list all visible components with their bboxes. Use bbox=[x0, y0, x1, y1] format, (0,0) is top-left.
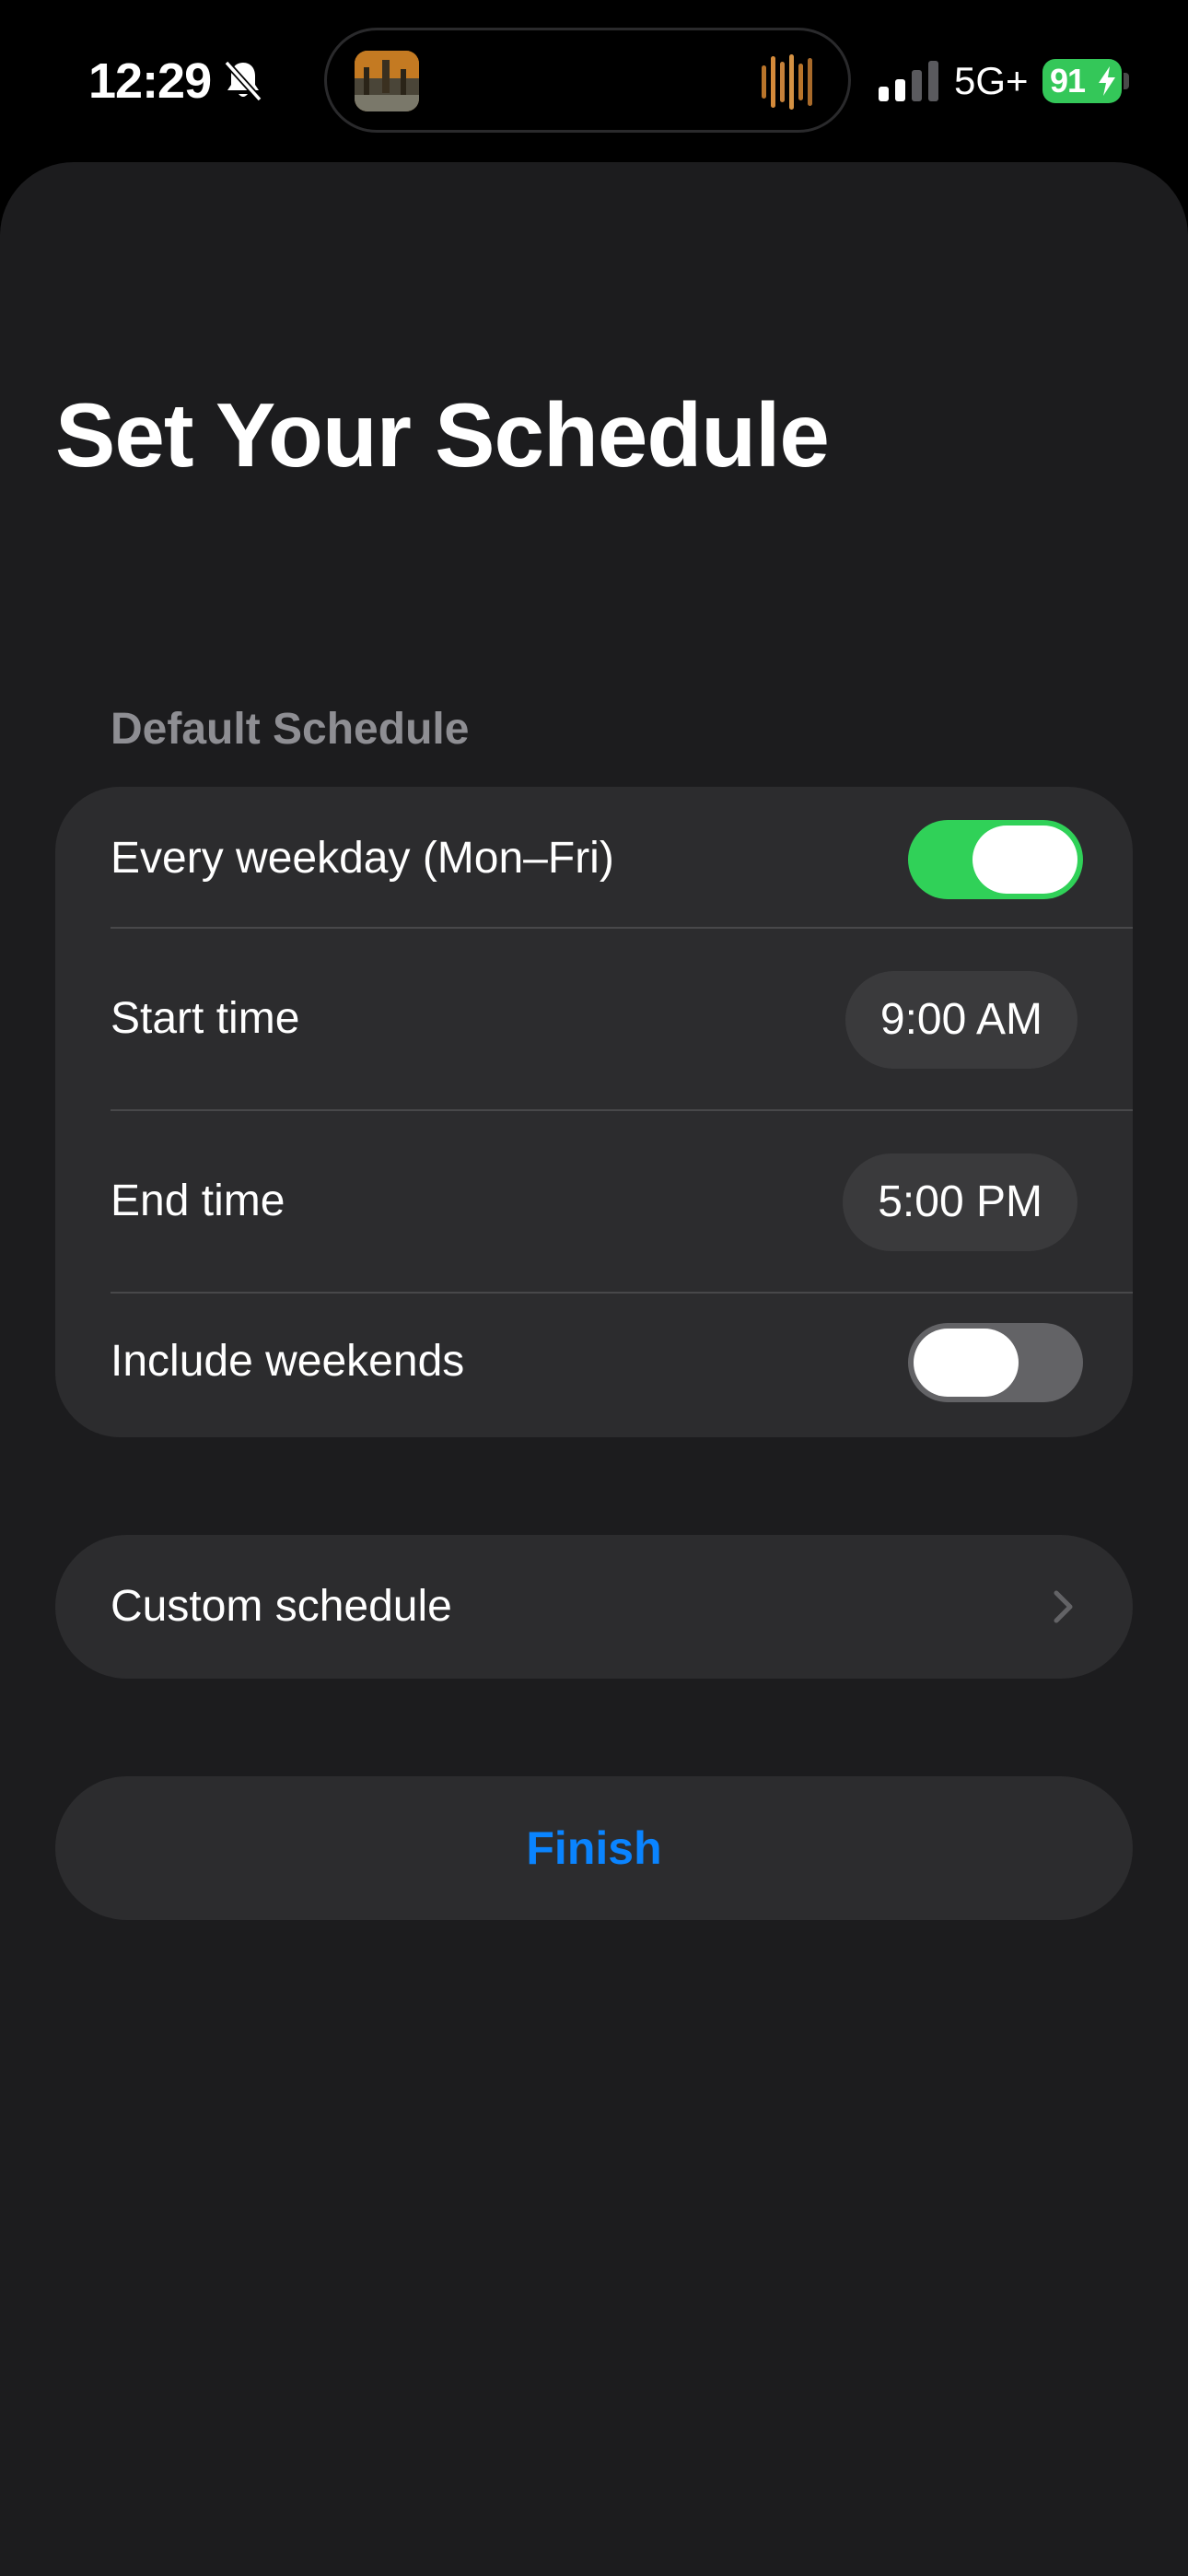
row-end-time: End time 5:00 PM bbox=[55, 1111, 1133, 1294]
every-weekday-toggle[interactable] bbox=[908, 820, 1083, 899]
finish-button[interactable]: Finish bbox=[55, 1776, 1133, 1920]
chevron-right-icon bbox=[1052, 1588, 1076, 1625]
custom-schedule-row[interactable]: Custom schedule bbox=[55, 1535, 1133, 1679]
section-header-default-schedule: Default Schedule bbox=[111, 705, 470, 754]
default-schedule-group: Every weekday (Mon–Fri) Start time 9:00 … bbox=[55, 787, 1133, 1437]
custom-schedule-label: Custom schedule bbox=[111, 1582, 452, 1631]
album-art-icon bbox=[355, 51, 419, 111]
battery-indicator: 91 bbox=[1042, 59, 1129, 103]
status-bar: 12:29 5G+ 91 bbox=[0, 0, 1188, 162]
row-include-weekends: Include weekends bbox=[55, 1294, 1133, 1437]
every-weekday-label: Every weekday (Mon–Fri) bbox=[111, 834, 614, 883]
row-start-time: Start time 9:00 AM bbox=[55, 929, 1133, 1111]
start-time-label: Start time bbox=[111, 994, 300, 1043]
start-time-picker[interactable]: 9:00 AM bbox=[844, 971, 1077, 1069]
row-every-weekday: Every weekday (Mon–Fri) bbox=[55, 787, 1133, 929]
cellular-signal-icon bbox=[879, 61, 939, 101]
end-time-label: End time bbox=[111, 1177, 285, 1225]
status-time: 12:29 bbox=[88, 53, 212, 109]
end-time-picker[interactable]: 5:00 PM bbox=[843, 1153, 1077, 1251]
bell-slash-icon bbox=[223, 59, 263, 103]
toggle-knob bbox=[973, 825, 1077, 894]
dynamic-island[interactable] bbox=[324, 28, 851, 133]
page-title: Set Your Schedule bbox=[55, 384, 830, 486]
include-weekends-label: Include weekends bbox=[111, 1337, 465, 1386]
toggle-knob bbox=[914, 1329, 1019, 1397]
charging-bolt-icon bbox=[1096, 64, 1118, 98]
network-type: 5G+ bbox=[954, 59, 1029, 102]
schedule-sheet: Set Your Schedule Default Schedule Every… bbox=[0, 162, 1188, 2576]
include-weekends-toggle[interactable] bbox=[908, 1323, 1083, 1402]
audio-waveform-icon bbox=[760, 53, 821, 111]
battery-tip bbox=[1124, 73, 1129, 89]
